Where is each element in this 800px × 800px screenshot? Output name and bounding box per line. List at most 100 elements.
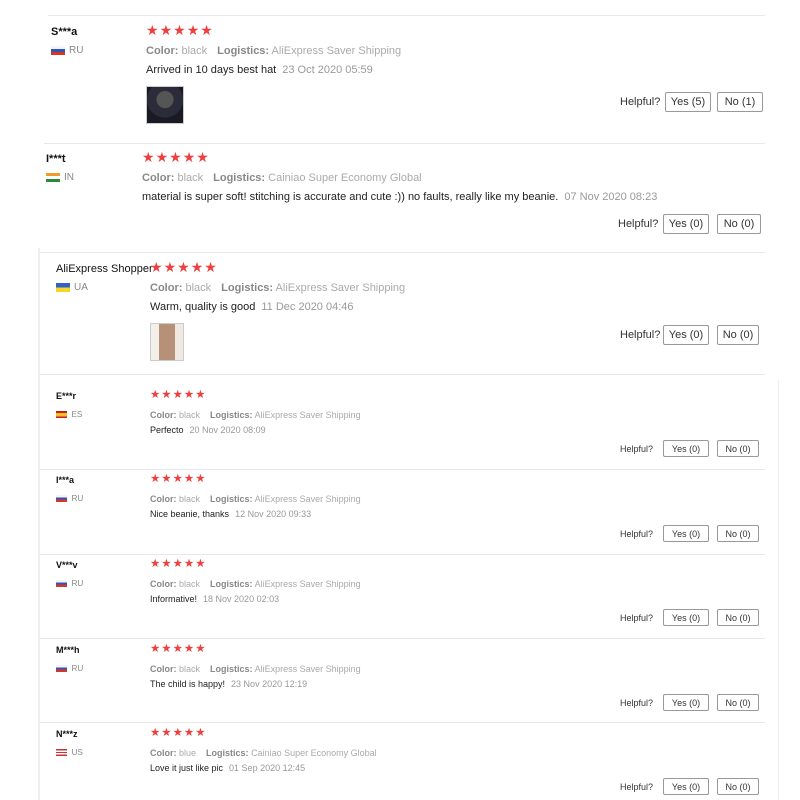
- star-rating: ★ ★ ★ ★ ★: [150, 387, 206, 401]
- review-date: 23 Nov 2020 12:19: [231, 678, 308, 689]
- helpful-label: Helpful?: [618, 218, 659, 230]
- country-code: IN: [64, 172, 74, 183]
- color-key: Color:: [150, 579, 177, 589]
- review-attributes: Color: black Logistics: AliExpress Saver …: [146, 45, 401, 57]
- helpful-yes-button[interactable]: Yes (0): [663, 440, 709, 457]
- star-icon: ★: [146, 22, 159, 38]
- reviewer-country: ES: [56, 410, 82, 419]
- review-body: Arrived in 10 days best hat: [146, 64, 277, 76]
- review-text: Arrived in 10 days best hat 23 Oct 2020 0…: [146, 64, 373, 76]
- logistics-value: AliExpress Saver Shipping: [254, 579, 361, 589]
- review-body: Warm, quality is good: [150, 301, 256, 313]
- star-icon: ★: [169, 149, 182, 165]
- helpful-no-button[interactable]: No (0): [717, 525, 759, 542]
- helpful-yes-button[interactable]: Yes (0): [663, 609, 709, 626]
- star-icon: ★: [196, 149, 209, 165]
- helpful-yes-button[interactable]: Yes (0): [663, 694, 709, 711]
- star-icon: ★: [195, 643, 206, 655]
- helpful-label: Helpful?: [620, 782, 654, 792]
- star-icon: ★: [161, 558, 172, 570]
- helpful-no-button[interactable]: No (0): [717, 214, 761, 234]
- star-rating: ★ ★ ★ ★ ★: [150, 641, 206, 655]
- logistics-value: AliExpress Saver Shipping: [275, 282, 406, 294]
- ru-flag-icon: [56, 579, 68, 588]
- star-icon: ★: [183, 643, 195, 655]
- review-date: 11 Dec 2020 04:46: [261, 301, 354, 313]
- star-icon: ★: [182, 149, 196, 165]
- review-divider: [40, 469, 765, 470]
- ru-flag-icon: [56, 494, 68, 503]
- star-rating: ★ ★ ★ ★ ★: [150, 259, 218, 276]
- helpful-label: Helpful?: [620, 444, 654, 454]
- star-icon: ★: [150, 389, 161, 401]
- star-icon: ★: [159, 22, 173, 38]
- star-icon: ★: [183, 558, 195, 570]
- star-icon: ★: [177, 259, 190, 275]
- logistics-value: AliExpress Saver Shipping: [254, 664, 361, 674]
- review-text: Nice beanie, thanks 12 Nov 2020 09:33: [150, 509, 311, 519]
- helpful-no-button[interactable]: No (0): [717, 609, 759, 626]
- review-date: 23 Oct 2020 05:59: [282, 64, 373, 76]
- left-rule: [38, 248, 40, 800]
- star-icon: ★: [150, 473, 161, 485]
- star-icon: ★: [150, 558, 161, 570]
- helpful-label: Helpful?: [620, 96, 661, 108]
- review-date: 18 Nov 2020 02:03: [203, 593, 280, 604]
- star-rating: ★ ★ ★ ★ ★: [150, 725, 206, 739]
- reviewer-name: AliExpress Shopper: [56, 263, 153, 275]
- reviewer-name: M***h: [56, 645, 80, 655]
- color-value: black: [179, 410, 201, 420]
- ru-flag-icon: [51, 46, 65, 55]
- es-flag-icon: [56, 410, 68, 419]
- helpful-yes-button[interactable]: Yes (0): [663, 525, 709, 542]
- review-attributes: Color: black Logistics: AliExpress Saver …: [150, 282, 405, 294]
- logistics-key: Logistics:: [221, 282, 274, 294]
- star-icon: ★: [195, 389, 206, 401]
- star-icon: ★: [161, 643, 172, 655]
- helpful-no-button[interactable]: No (0): [717, 325, 759, 345]
- star-icon: ★: [150, 259, 163, 275]
- color-value: black: [179, 664, 201, 674]
- reviewer-country: RU: [51, 45, 83, 56]
- logistics-value: AliExpress Saver Shipping: [271, 45, 402, 57]
- review-photo[interactable]: [146, 86, 184, 124]
- helpful-no-button[interactable]: No (1): [717, 92, 763, 112]
- color-key: Color:: [150, 282, 183, 294]
- star-icon: ★: [172, 473, 183, 485]
- reviewer-name: I***a: [56, 475, 75, 485]
- helpful-no-button[interactable]: No (0): [717, 694, 759, 711]
- review-divider: [40, 252, 765, 253]
- helpful-no-button[interactable]: No (0): [717, 778, 759, 795]
- us-flag-icon: [56, 748, 68, 757]
- logistics-key: Logistics:: [210, 579, 253, 589]
- review-divider: [48, 15, 765, 16]
- star-icon: ★: [163, 259, 177, 275]
- helpful-yes-button[interactable]: Yes (0): [663, 325, 709, 345]
- color-value: black: [181, 45, 208, 57]
- review-attributes: Color: black Logistics: AliExpress Saver …: [150, 579, 361, 589]
- helpful-yes-button[interactable]: Yes (5): [665, 92, 711, 112]
- review-text: Informative! 18 Nov 2020 02:03: [150, 594, 279, 604]
- reviewer-name: V***v: [56, 560, 78, 570]
- review-text: material is super soft! stitching is acc…: [142, 191, 657, 203]
- review-divider: [40, 638, 765, 639]
- star-icon: ★: [200, 22, 213, 38]
- logistics-key: Logistics:: [213, 172, 266, 184]
- helpful-yes-button[interactable]: Yes (0): [663, 778, 709, 795]
- helpful-yes-button[interactable]: Yes (0): [663, 214, 709, 234]
- review-body: material is super soft! stitching is acc…: [142, 191, 559, 203]
- color-value: black: [185, 282, 212, 294]
- review-attributes: Color: blue Logistics: Cainiao Super Econ…: [150, 748, 377, 758]
- reviewer-name: N***z: [56, 729, 78, 739]
- helpful-no-button[interactable]: No (0): [717, 440, 759, 457]
- star-rating: ★ ★ ★ ★ ★: [142, 149, 210, 166]
- review-photo[interactable]: [150, 323, 184, 361]
- country-code: ES: [71, 410, 83, 419]
- logistics-key: Logistics:: [210, 494, 253, 504]
- star-icon: ★: [161, 389, 172, 401]
- reviewer-name: S***a: [51, 26, 78, 38]
- star-icon: ★: [150, 643, 161, 655]
- color-key: Color:: [142, 172, 175, 184]
- reviewer-country: US: [56, 748, 83, 757]
- color-key: Color:: [150, 494, 177, 504]
